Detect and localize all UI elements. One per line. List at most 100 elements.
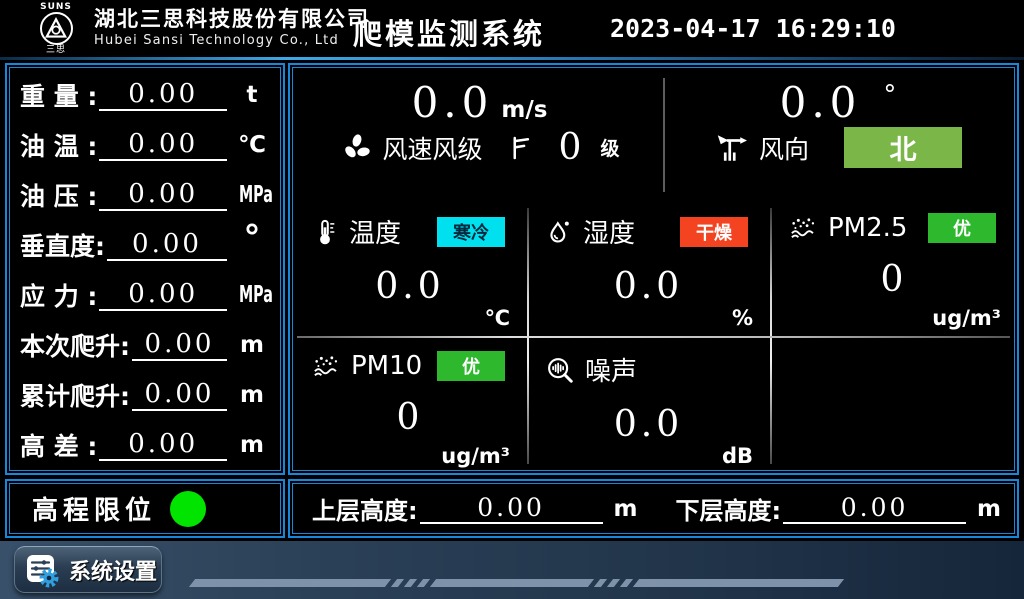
stripe-dash: [391, 579, 404, 587]
noise-value: 0.0: [529, 404, 768, 445]
verticality-label: 垂直度:: [20, 227, 105, 263]
droplet-icon: [545, 218, 573, 246]
noise-label: 噪声: [585, 351, 637, 388]
humidity-status-badge: 干燥: [680, 217, 748, 247]
verticality-row: 垂直度: 0.00 °: [7, 220, 283, 270]
stress-label: 应 力 :: [20, 277, 97, 313]
stress-row: 应 力 : 0.00 MPa: [7, 270, 283, 320]
lower-height-label: 下层高度:: [676, 491, 782, 526]
total-climb-value: 0.00: [132, 379, 227, 411]
wind-speed-section: 0.0 m/s 风速风级 0 级: [295, 70, 664, 196]
current-climb-value: 0.00: [132, 329, 227, 361]
wind-speed-value: 0.0: [412, 78, 494, 127]
pm10-status-badge: 优: [437, 351, 505, 381]
wind-direction-sub-line: 风向 北: [664, 127, 1012, 168]
height-diff-row: 高 差 : 0.00 m: [7, 420, 283, 470]
upper-height-unit: m: [614, 496, 638, 522]
pm10-cell: PM10 优 0 ug/m³: [295, 339, 525, 472]
current-climb-label: 本次爬升:: [20, 327, 130, 363]
sansi-logo-icon: [40, 12, 73, 45]
pm25-unit: ug/m³: [932, 306, 1001, 330]
humidity-value: 0.0: [529, 266, 768, 307]
lower-height-value: 0.00: [783, 493, 966, 524]
grid-horizontal-divider: [297, 336, 1010, 338]
oil-temp-value: 0.00: [99, 129, 227, 161]
oil-temp-label: 油 温 :: [20, 127, 97, 163]
pm10-label: PM10: [351, 351, 422, 381]
wind-direction-unit: °: [883, 80, 896, 110]
oil-temp-unit: ℃: [231, 132, 273, 158]
system-settings-button[interactable]: 系统设置: [14, 546, 162, 593]
oil-pressure-label: 油 压 :: [20, 177, 97, 213]
wind-flag-icon: [506, 133, 536, 163]
page-title: 爬模监测系统: [353, 11, 545, 53]
pm25-status-badge: 优: [928, 213, 996, 243]
lower-height-group: 下层高度: 0.00 m: [654, 491, 1018, 526]
wind-level-unit: 级: [600, 134, 619, 161]
total-climb-row: 累计爬升: 0.00 m: [7, 370, 283, 420]
company-name-en: Hubei Sansi Technology Co., Ltd: [94, 32, 370, 50]
verticality-unit: °: [231, 218, 273, 258]
total-climb-label: 累计爬升:: [20, 377, 130, 413]
pm25-label: PM2.5: [828, 213, 907, 243]
wind-vane-icon: [714, 130, 750, 166]
stripe-dash: [594, 579, 607, 587]
verticality-value: 0.00: [107, 229, 227, 261]
settings-button-label: 系统设置: [69, 554, 157, 586]
upper-height-label: 上层高度:: [312, 491, 418, 526]
weight-value: 0.00: [99, 79, 227, 111]
environment-panel-inner: 0.0 m/s 风速风级 0 级: [295, 70, 1012, 468]
settings-sliders-gear-icon: [24, 552, 60, 588]
oil-pressure-unit: MPa: [239, 182, 265, 208]
pm25-cell: PM2.5 优 0 ug/m³: [772, 201, 1016, 334]
company-name-cn: 湖北三思科技股份有限公司: [94, 6, 370, 32]
wind-speed-value-line: 0.0 m/s: [295, 78, 664, 127]
temperature-status-badge: 寒冷: [437, 217, 505, 247]
stripe-dash: [417, 579, 430, 587]
weight-row: 重 量 : 0.00 t: [7, 70, 283, 120]
wind-speed-label: 风速风级: [383, 130, 483, 166]
temperature-unit: ℃: [485, 306, 510, 330]
height-diff-label: 高 差 :: [20, 427, 97, 463]
fan-icon: [340, 131, 374, 165]
stress-unit: MPa: [239, 282, 265, 308]
environment-panel: 0.0 m/s 风速风级 0 级: [288, 63, 1019, 475]
temperature-value: 0.0: [295, 266, 525, 307]
elevation-limit-panel: 高程限位: [5, 479, 285, 538]
wind-speed-unit: m/s: [501, 97, 547, 123]
noise-cell: 噪声 0.0 dB: [529, 339, 768, 472]
footer-bar: 系统设置: [0, 541, 1024, 599]
current-climb-unit: m: [231, 332, 273, 358]
stripe-dash: [607, 579, 620, 587]
weight-unit: t: [231, 82, 273, 108]
wind-level-value: 0: [559, 127, 582, 168]
wind-direction-value: 0.0: [780, 78, 862, 127]
upper-height-group: 上层高度: 0.00 m: [290, 491, 654, 526]
particles-icon: [788, 214, 818, 242]
company-logo: SUNS 三思: [24, 2, 88, 55]
wind-direction-button[interactable]: 北: [844, 127, 962, 168]
datetime-display: 2023-04-17 16:29:10: [610, 14, 896, 43]
oil-pressure-value: 0.00: [99, 179, 227, 211]
height-diff-value: 0.00: [99, 429, 227, 461]
noise-header: 噪声: [529, 339, 768, 388]
header-divider: [0, 57, 1024, 60]
pm10-value: 0: [295, 397, 525, 438]
green-circle-light: [170, 491, 206, 527]
footer-decor-stripes: [192, 579, 841, 587]
lower-height-unit: m: [977, 496, 1001, 522]
company-name: 湖北三思科技股份有限公司 Hubei Sansi Technology Co.,…: [94, 6, 370, 50]
pm10-unit: ug/m³: [441, 444, 510, 468]
upper-height-value: 0.00: [420, 493, 603, 524]
noise-icon: [545, 355, 575, 385]
pm25-value: 0: [772, 259, 1016, 300]
header: SUNS 三思 湖北三思科技股份有限公司 Hubei Sansi Technol…: [0, 0, 1024, 57]
oil-pressure-row: 油 压 : 0.00 MPa: [7, 170, 283, 220]
stripe-bar: [189, 579, 391, 587]
total-climb-unit: m: [231, 382, 273, 408]
temperature-header: 温度 寒冷: [295, 201, 525, 250]
pm25-header: PM2.5 优: [772, 201, 1016, 243]
noise-unit: dB: [722, 444, 753, 468]
wind-direction-label: 风向: [759, 130, 809, 166]
logo-bottom-text: 三思: [24, 45, 88, 55]
